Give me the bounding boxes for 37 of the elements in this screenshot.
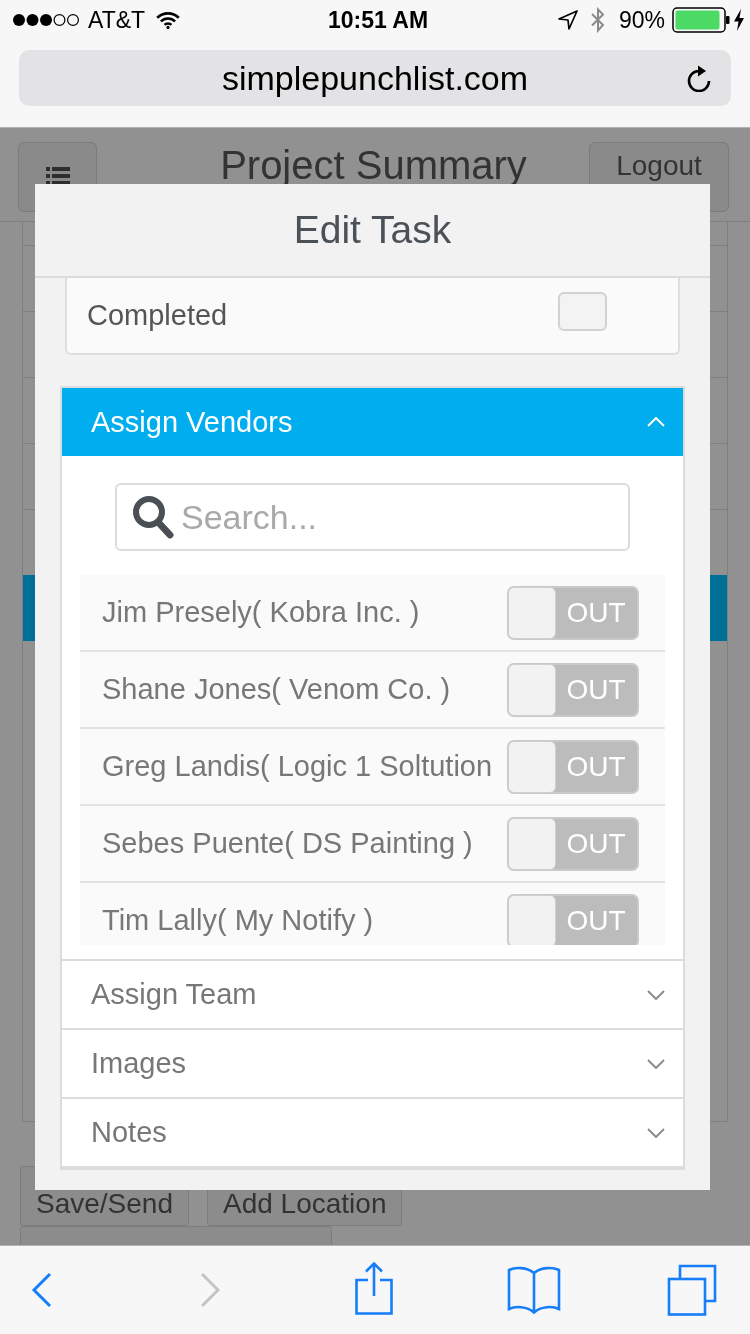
charging-bolt-icon bbox=[734, 9, 744, 31]
wifi-icon bbox=[156, 11, 181, 29]
share-icon[interactable] bbox=[354, 1261, 394, 1315]
search-icon bbox=[132, 495, 174, 539]
reload-icon[interactable] bbox=[686, 64, 712, 92]
chevron-down-icon bbox=[647, 1127, 665, 1138]
vendor-name: Tim Lally( My Notify ) bbox=[102, 904, 375, 937]
battery-icon bbox=[672, 7, 730, 33]
vendor-name: Shane Jones( Venom Co. ) bbox=[102, 673, 452, 706]
battery-percent: 90% bbox=[618, 6, 665, 34]
address-field[interactable]: simplepunchlist.com bbox=[19, 50, 731, 106]
assign-toggle[interactable]: OUT bbox=[507, 662, 639, 717]
assign-toggle[interactable]: OUT bbox=[507, 739, 639, 794]
page-title: Project Summary bbox=[220, 143, 527, 187]
assign-toggle[interactable]: OUT bbox=[507, 585, 639, 640]
section-header[interactable]: Assign Vendors bbox=[62, 388, 683, 456]
completed-label: Completed bbox=[87, 299, 228, 332]
overlapping-squares-icon[interactable] bbox=[667, 1264, 717, 1316]
completed-checkbox[interactable] bbox=[558, 292, 607, 331]
signal-icon bbox=[12, 13, 80, 27]
chevron-down-icon bbox=[647, 989, 665, 1000]
bluetooth-icon bbox=[589, 7, 606, 33]
assign-toggle[interactable]: OUT bbox=[507, 893, 639, 945]
list-icon bbox=[45, 167, 70, 185]
vendor-name: Sebes Puente( DS Painting ) bbox=[102, 827, 474, 860]
chevron-left-icon[interactable] bbox=[31, 1272, 53, 1308]
time-label: 10:51 AM bbox=[327, 6, 429, 34]
search-field[interactable]: Search... bbox=[115, 483, 630, 551]
modal-title: Edit Task bbox=[293, 208, 452, 252]
chevron-down-icon bbox=[647, 1058, 665, 1069]
vendor-name: Greg Landis( Logic 1 Soltution bbox=[102, 750, 494, 783]
chevron-up-icon bbox=[647, 417, 665, 427]
location-arrow-icon bbox=[557, 10, 578, 30]
book-icon[interactable] bbox=[507, 1265, 561, 1315]
vendor-name: Jim Presely( Kobra Inc. ) bbox=[102, 596, 421, 629]
assign-toggle[interactable]: OUT bbox=[507, 816, 639, 871]
carrier-label: AT&T bbox=[88, 6, 146, 34]
